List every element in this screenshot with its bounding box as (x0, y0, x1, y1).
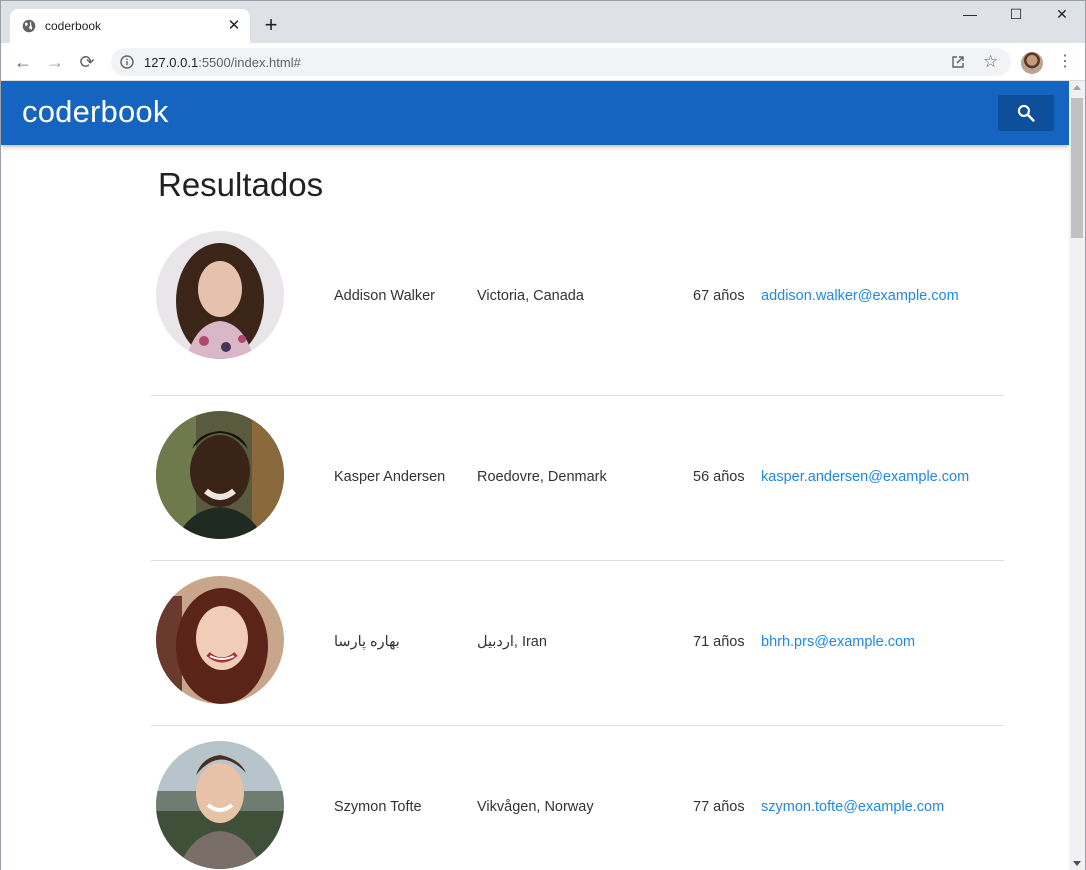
person-location: Roedovre, Denmark (477, 469, 607, 485)
person-age: 56 años (693, 469, 745, 485)
email-link[interactable]: szymon.tofte@example.com (761, 799, 944, 815)
page-viewport: coderbook Resultados Addison Walker Vict… (1, 81, 1069, 870)
search-button[interactable] (998, 95, 1054, 131)
back-arrow-icon[interactable]: ← (13, 52, 33, 72)
browser-window: coderbook ✕ + — ☐ ✕ ← → ⟳ 127.0.0.1:5500… (0, 0, 1086, 870)
app-header: coderbook (1, 81, 1069, 145)
tab-coderbook[interactable]: coderbook ✕ (10, 9, 250, 43)
forward-arrow-icon[interactable]: → (45, 52, 65, 72)
person-name: Kasper Andersen (334, 469, 446, 485)
profile-avatar[interactable] (1021, 52, 1043, 74)
avatar (156, 576, 284, 704)
result-row: Szymon Tofte Vikvågen, Norway 77 años sz… (151, 726, 1004, 870)
new-tab-icon[interactable]: + (261, 14, 281, 36)
person-age: 71 años (693, 634, 745, 650)
url-host: 127.0.0.1 (144, 55, 199, 70)
result-row: Kasper Andersen Roedovre, Denmark 56 año… (151, 396, 1004, 561)
globe-icon (22, 19, 36, 33)
scroll-down-icon[interactable] (1073, 861, 1081, 866)
person-age: 77 años (693, 799, 745, 815)
results-list: Addison Walker Victoria, Canada 67 años … (151, 231, 1004, 870)
person-location: اردبیل, Iran (477, 634, 547, 650)
address-bar[interactable]: 127.0.0.1:5500/index.html# ☆ (111, 48, 1011, 76)
reload-icon[interactable]: ⟳ (77, 52, 97, 72)
email-link[interactable]: bhrh.prs@example.com (761, 634, 915, 650)
url-text: 127.0.0.1:5500/index.html# (144, 55, 301, 70)
person-location: Vikvågen, Norway (477, 799, 594, 815)
tab-strip: coderbook ✕ + — ☐ ✕ (1, 1, 1085, 43)
page-title: Resultados (158, 166, 324, 203)
brand-logo[interactable]: coderbook (22, 94, 169, 130)
info-icon[interactable] (120, 55, 134, 69)
person-name: بهاره پارسا (334, 634, 400, 650)
url-path: :5500/index.html# (198, 55, 301, 70)
tab-title: coderbook (45, 19, 102, 33)
window-close-icon[interactable]: ✕ (1039, 6, 1085, 26)
avatar (156, 411, 284, 539)
person-name: Addison Walker (334, 288, 436, 304)
browser-toolbar: ← → ⟳ 127.0.0.1:5500/index.html# ☆ ⋮ (1, 43, 1085, 81)
maximize-icon[interactable]: ☐ (993, 6, 1039, 26)
person-name: Szymon Tofte (334, 799, 422, 815)
minimize-icon[interactable]: — (947, 6, 993, 26)
open-in-app-icon[interactable] (951, 55, 965, 69)
avatar (156, 741, 284, 869)
bookmark-star-icon[interactable]: ☆ (983, 53, 998, 70)
search-icon (1017, 104, 1035, 122)
vertical-scrollbar[interactable] (1069, 81, 1085, 870)
result-row: Addison Walker Victoria, Canada 67 años … (151, 231, 1004, 396)
close-tab-icon[interactable]: ✕ (226, 18, 242, 34)
person-location: Victoria, Canada (477, 288, 584, 304)
person-age: 67 años (693, 288, 745, 304)
scroll-up-icon[interactable] (1073, 85, 1081, 90)
avatar (156, 231, 284, 359)
result-row: بهاره پارسا اردبیل, Iran 71 años bhrh.pr… (151, 561, 1004, 726)
email-link[interactable]: kasper.andersen@example.com (761, 469, 969, 485)
email-link[interactable]: addison.walker@example.com (761, 288, 959, 304)
more-menu-icon[interactable]: ⋮ (1057, 53, 1073, 71)
scrollbar-thumb[interactable] (1071, 98, 1083, 238)
